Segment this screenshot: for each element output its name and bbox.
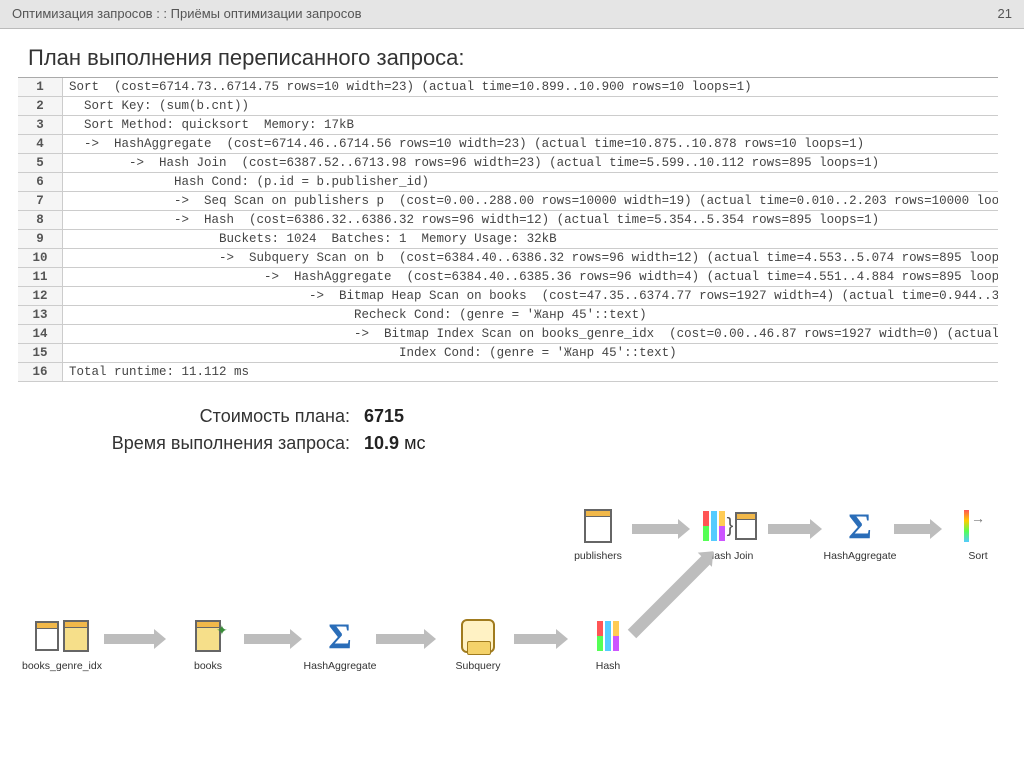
cost-value: 6715 xyxy=(364,406,404,427)
plan-diagram: publishers } Hash Join Σ HashAggregate →… xyxy=(0,504,1024,694)
line-number: 16 xyxy=(18,363,63,381)
line-number: 9 xyxy=(18,230,63,248)
plan-row: 10 -> Subquery Scan on b (cost=6384.40..… xyxy=(18,249,998,268)
plan-line: Sort Key: (sum(b.cnt)) xyxy=(63,97,998,115)
page-number: 21 xyxy=(998,0,1012,28)
sigma-icon: Σ xyxy=(848,505,872,547)
node-sort: → Sort xyxy=(938,504,1018,562)
node-books: ✦ books xyxy=(168,614,248,672)
plan-line: Total runtime: 11.112 ms xyxy=(63,363,998,381)
line-number: 15 xyxy=(18,344,63,362)
arrow-icon xyxy=(768,524,812,534)
plan-row: 3 Sort Method: quicksort Memory: 17kB xyxy=(18,116,998,135)
node-hashaggregate-1: Σ HashAggregate xyxy=(300,614,380,672)
line-number: 8 xyxy=(18,211,63,229)
arrow-icon xyxy=(376,634,426,644)
plan-row: 6 Hash Cond: (p.id = b.publisher_id) xyxy=(18,173,998,192)
plan-line: -> HashAggregate (cost=6714.46..6714.56 … xyxy=(63,135,998,153)
arrow-icon xyxy=(244,634,292,644)
time-value: 10.9 мс xyxy=(364,433,425,454)
cost-label: Стоимость плана: xyxy=(40,406,364,427)
page-title: План выполнения переписанного запроса: xyxy=(28,45,1024,71)
plan-line: -> Hash Join (cost=6387.52..6713.98 rows… xyxy=(63,154,998,172)
plan-row: 5 -> Hash Join (cost=6387.52..6713.98 ro… xyxy=(18,154,998,173)
line-number: 3 xyxy=(18,116,63,134)
plan-line: Sort (cost=6714.73..6714.75 rows=10 widt… xyxy=(63,78,998,96)
line-number: 6 xyxy=(18,173,63,191)
line-number: 2 xyxy=(18,97,63,115)
plan-line: Buckets: 1024 Batches: 1 Memory Usage: 3… xyxy=(63,230,998,248)
time-label: Время выполнения запроса: xyxy=(40,433,364,454)
plan-row: 4 -> HashAggregate (cost=6714.46..6714.5… xyxy=(18,135,998,154)
plan-line: -> Seq Scan on publishers p (cost=0.00..… xyxy=(63,192,998,210)
plan-line: Sort Method: quicksort Memory: 17kB xyxy=(63,116,998,134)
plan-line: -> Bitmap Heap Scan on books (cost=47.35… xyxy=(63,287,998,305)
slide-header: Оптимизация запросов : : Приёмы оптимиза… xyxy=(0,0,1024,29)
plan-line: -> HashAggregate (cost=6384.40..6385.36 … xyxy=(63,268,998,286)
plan-row: 2 Sort Key: (sum(b.cnt)) xyxy=(18,97,998,116)
plan-line: Hash Cond: (p.id = b.publisher_id) xyxy=(63,173,998,191)
arrow-icon xyxy=(514,634,558,644)
breadcrumb: Оптимизация запросов : : Приёмы оптимиза… xyxy=(12,0,362,28)
sigma-icon: Σ xyxy=(328,615,352,657)
arrow-icon xyxy=(628,555,711,638)
plan-line: -> Bitmap Index Scan on books_genre_idx … xyxy=(63,325,998,343)
node-subquery: Subquery xyxy=(438,614,518,672)
line-number: 13 xyxy=(18,306,63,324)
plan-line: -> Subquery Scan on b (cost=6384.40..638… xyxy=(63,249,998,267)
line-number: 10 xyxy=(18,249,63,267)
arrow-icon xyxy=(632,524,680,534)
node-hashaggregate-2: Σ HashAggregate xyxy=(820,504,900,562)
plan-row: 1Sort (cost=6714.73..6714.75 rows=10 wid… xyxy=(18,78,998,97)
line-number: 11 xyxy=(18,268,63,286)
query-plan-table: 1Sort (cost=6714.73..6714.75 rows=10 wid… xyxy=(18,77,998,382)
plan-row: 14 -> Bitmap Index Scan on books_genre_i… xyxy=(18,325,998,344)
plan-metrics: Стоимость плана: 6715 Время выполнения з… xyxy=(40,406,1024,454)
arrow-icon xyxy=(104,634,156,644)
line-number: 4 xyxy=(18,135,63,153)
plan-row: 12 -> Bitmap Heap Scan on books (cost=47… xyxy=(18,287,998,306)
line-number: 1 xyxy=(18,78,63,96)
line-number: 5 xyxy=(18,154,63,172)
plan-row: 11 -> HashAggregate (cost=6384.40..6385.… xyxy=(18,268,998,287)
line-number: 12 xyxy=(18,287,63,305)
plan-row: 8 -> Hash (cost=6386.32..6386.32 rows=96… xyxy=(18,211,998,230)
plan-row: 16Total runtime: 11.112 ms xyxy=(18,363,998,382)
line-number: 14 xyxy=(18,325,63,343)
line-number: 7 xyxy=(18,192,63,210)
plan-row: 9 Buckets: 1024 Batches: 1 Memory Usage:… xyxy=(18,230,998,249)
plan-row: 15 Index Cond: (genre = 'Жанр 45'::text) xyxy=(18,344,998,363)
plan-row: 7 -> Seq Scan on publishers p (cost=0.00… xyxy=(18,192,998,211)
node-books-genre-idx: books_genre_idx xyxy=(22,614,102,672)
plan-line: Index Cond: (genre = 'Жанр 45'::text) xyxy=(63,344,998,362)
node-publishers: publishers xyxy=(558,504,638,562)
arrow-icon xyxy=(894,524,932,534)
plan-line: Recheck Cond: (genre = 'Жанр 45'::text) xyxy=(63,306,998,324)
plan-row: 13 Recheck Cond: (genre = 'Жанр 45'::tex… xyxy=(18,306,998,325)
plan-line: -> Hash (cost=6386.32..6386.32 rows=96 w… xyxy=(63,211,998,229)
